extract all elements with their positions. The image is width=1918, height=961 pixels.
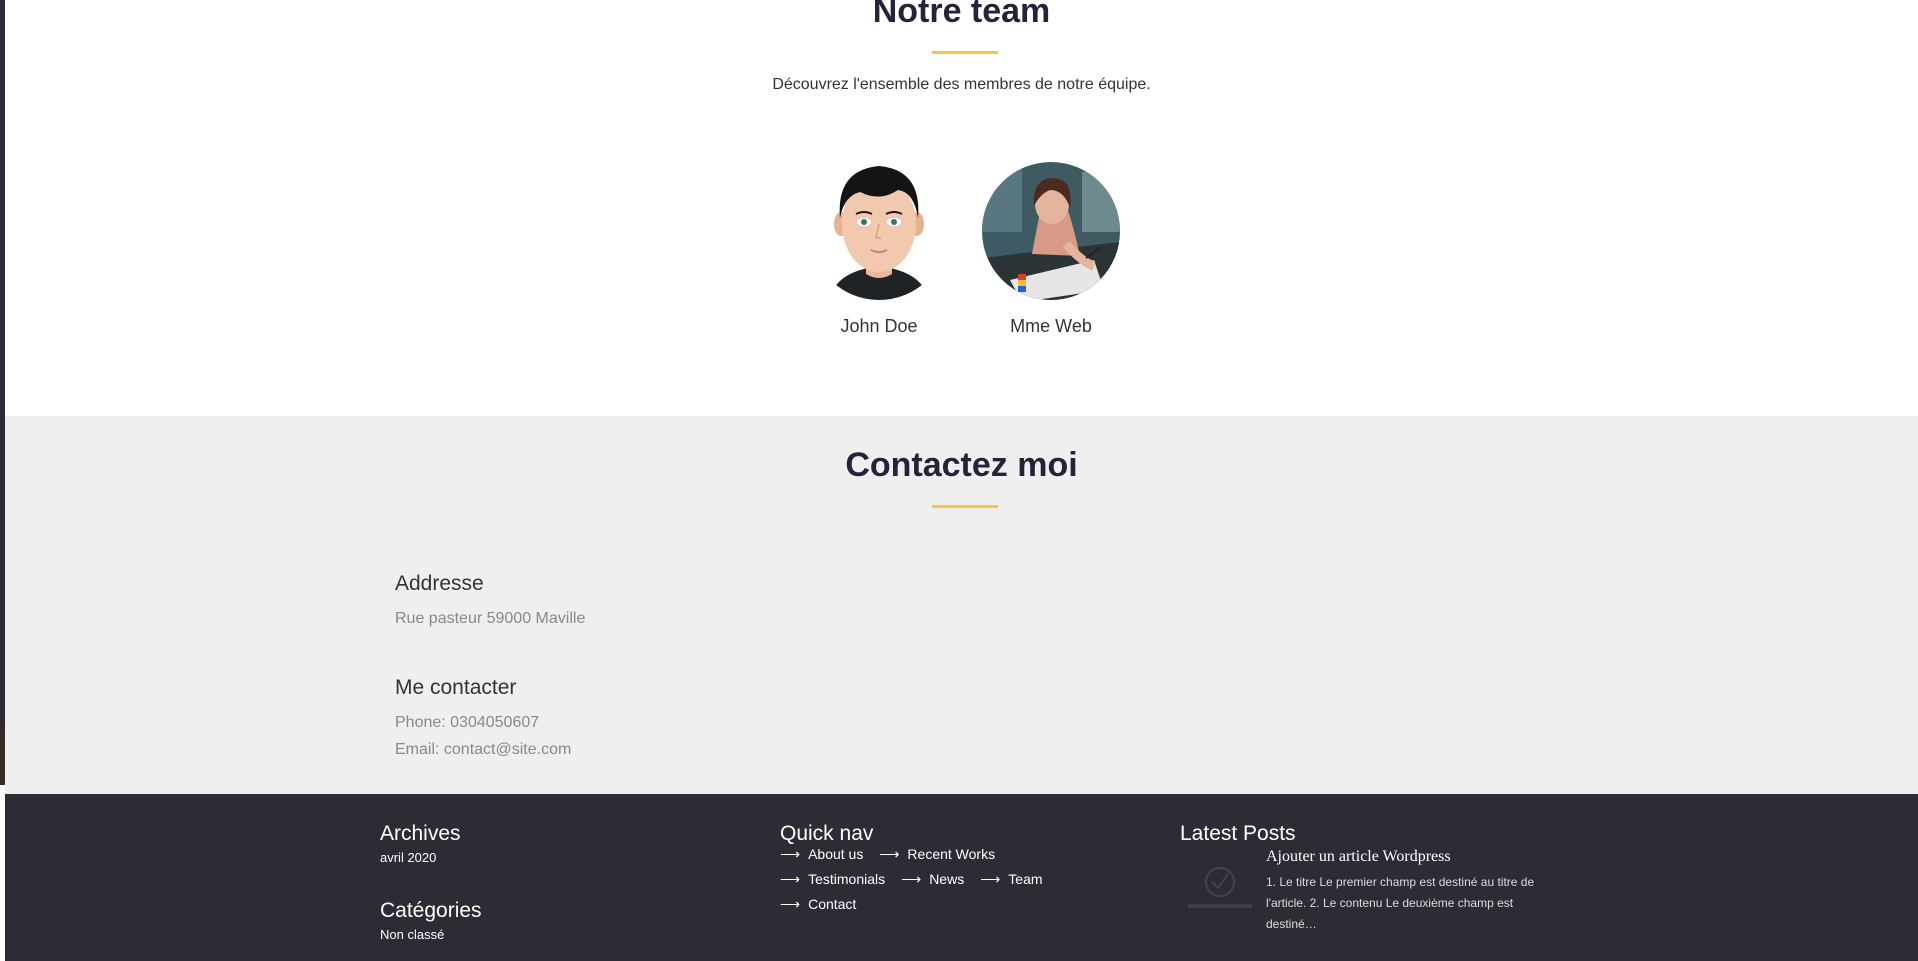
arrow-right-icon: ⟶ — [980, 871, 1001, 887]
latest-posts-widget: Latest Posts Ajouter un article Wordpres… — [1180, 822, 1580, 952]
contact-title-underline — [932, 505, 998, 508]
address-text: Rue pasteur 59000 Maville — [395, 610, 586, 627]
quicknav-team[interactable]: ⟶ Team — [980, 871, 1042, 888]
left-edge-strip-bottom — [0, 726, 5, 785]
address-block: Addresse Rue pasteur 59000 Maville — [395, 572, 585, 637]
archives-heading: Archives — [380, 822, 461, 845]
quicknav-news[interactable]: ⟶ News — [901, 871, 964, 888]
quicknav-testimonials[interactable]: ⟶ Testimonials — [780, 871, 885, 888]
archives-widget: Archives avril 2020 Catégories Non class… — [380, 822, 482, 942]
footer: Archives avril 2020 Catégories Non class… — [5, 794, 1918, 961]
team-member-mme-web[interactable]: Mme Web — [971, 162, 1131, 337]
archive-link[interactable]: avril 2020 — [380, 850, 482, 865]
team-member-john-doe[interactable]: John Doe — [799, 162, 959, 337]
quicknav-contact[interactable]: ⟶ Contact — [780, 896, 856, 913]
john-doe-avatar — [810, 162, 948, 300]
team-title: Notre team — [872, 0, 1051, 30]
arrow-right-icon: ⟶ — [780, 896, 801, 912]
post-thumbnail-icon[interactable] — [1180, 858, 1260, 918]
arrow-right-icon: ⟶ — [901, 871, 922, 887]
contact-section: Contactez moi Addresse Rue pasteur 59000… — [5, 416, 1918, 794]
contact-info-block: Me contacter Phone: 0304050607 Email: co… — [395, 676, 571, 768]
latest-posts-heading: Latest Posts — [1180, 822, 1296, 845]
contact-title: Contactez moi — [845, 446, 1078, 484]
arrow-right-icon: ⟶ — [780, 846, 801, 862]
team-subtitle: Découvrez l'ensemble des membres de notr… — [772, 76, 1151, 93]
arrow-right-icon: ⟶ — [780, 871, 801, 887]
quicknav-heading: Quick nav — [780, 822, 874, 845]
team-section: Notre team Découvrez l'ensemble des memb… — [5, 0, 1918, 416]
address-heading: Addresse — [395, 572, 484, 595]
categories-heading: Catégories — [380, 899, 482, 922]
category-link[interactable]: Non classé — [380, 927, 482, 942]
quicknav-about-us[interactable]: ⟶ About us — [780, 846, 863, 863]
phone-text: Phone: 0304050607 — [395, 714, 540, 731]
contact-heading: Me contacter — [395, 676, 517, 699]
quicknav-recent-works[interactable]: ⟶ Recent Works — [879, 846, 995, 863]
mme-web-avatar — [982, 162, 1120, 300]
post-title-link[interactable]: Ajouter un article Wordpress — [1266, 848, 1451, 866]
quicknav-list: ⟶ About us ⟶ Recent Works ⟶ Testimonials ⟶ N… — [780, 846, 1120, 913]
member-name: Mme Web — [1010, 316, 1092, 336]
quicknav-widget: Quick nav ⟶ About us ⟶ Recent Works ⟶ Testi… — [780, 822, 1120, 913]
post-excerpt: 1. Le titre Le premier champ est destiné… — [1266, 875, 1535, 931]
email-text: Email: contact@site.com — [395, 741, 572, 758]
arrow-right-icon: ⟶ — [879, 846, 900, 862]
team-title-underline — [932, 51, 998, 54]
member-name: John Doe — [840, 316, 918, 336]
